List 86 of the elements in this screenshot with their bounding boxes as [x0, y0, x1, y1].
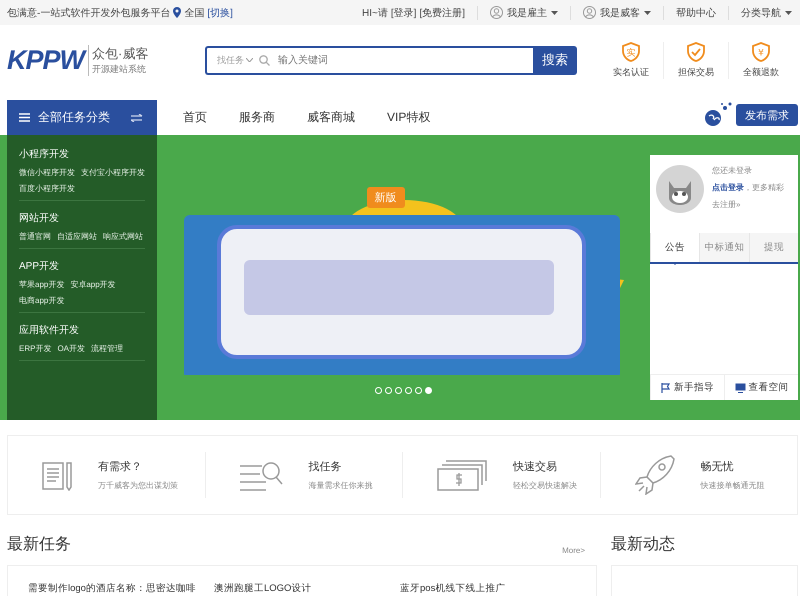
- logo-title: 众包·威客: [92, 44, 148, 62]
- carousel-dot[interactable]: [415, 387, 422, 394]
- caret-icon: [551, 10, 558, 14]
- carousel-dot[interactable]: [395, 387, 402, 394]
- feature-title: 有需求？: [98, 460, 143, 474]
- shield-badge-icon: 实: [621, 42, 641, 62]
- rocket-icon: [634, 455, 674, 495]
- top-menu-link[interactable]: 我是雇主: [507, 6, 547, 20]
- greeting-text: HI~请: [362, 6, 388, 20]
- search-button[interactable]: 搜索: [533, 46, 577, 74]
- shield-check-icon: [686, 42, 706, 62]
- menu-icon: [19, 113, 30, 122]
- feature-description: 万千威客为您出谋划策: [98, 480, 178, 491]
- caret-icon: [246, 58, 253, 62]
- register-link[interactable]: [免费注册]: [419, 6, 465, 20]
- section-title: 最新动态: [611, 534, 675, 555]
- top-menu-link[interactable]: 帮助中心: [676, 6, 716, 20]
- badge-label: 担保交易: [678, 66, 714, 78]
- space-link[interactable]: 查看空间: [724, 375, 798, 400]
- carousel-dot[interactable]: [425, 387, 432, 394]
- task-link[interactable]: 澳洲跑腿工LOGO设计: [214, 582, 400, 595]
- flag-icon: [661, 382, 671, 392]
- swap-icon: [131, 114, 143, 122]
- login-hint: ，更多精彩: [744, 182, 784, 193]
- carousel-dot[interactable]: [405, 387, 412, 394]
- nav-link[interactable]: 首页: [167, 109, 223, 126]
- top-menu-link[interactable]: 我是威客: [600, 6, 640, 20]
- document-icon: [42, 460, 72, 490]
- location-label: 全国: [184, 6, 204, 20]
- category-link[interactable]: OA开发: [57, 343, 86, 354]
- category-link[interactable]: 普通官网: [19, 231, 51, 242]
- nav-link[interactable]: VIP特权: [371, 109, 446, 126]
- login-status: 您还未登录: [712, 165, 753, 176]
- category-link[interactable]: ERP开发: [19, 343, 52, 354]
- register-link[interactable]: 去注册»: [712, 199, 784, 210]
- feature-title: 畅无忧: [700, 460, 734, 474]
- category-link[interactable]: 苹果app开发: [19, 279, 64, 290]
- new-version-tag: 新版: [366, 187, 404, 208]
- badge-label: 实名认证: [613, 66, 649, 78]
- login-link[interactable]: [登录]: [390, 6, 416, 20]
- shield-badge-icon: ¥: [751, 42, 771, 62]
- carousel-dot[interactable]: [375, 387, 382, 394]
- top-menu-link[interactable]: 分类导航: [741, 6, 781, 20]
- search-icon: [240, 460, 282, 490]
- monitor-icon: [734, 382, 746, 392]
- task-link[interactable]: 需要制作logo的酒店名称：思密达咖啡: [28, 582, 214, 595]
- user-icon: [583, 6, 596, 19]
- category-heading[interactable]: 小程序开发: [19, 147, 145, 161]
- category-link[interactable]: 响应式网站: [103, 231, 143, 242]
- banknote-icon: [437, 460, 487, 490]
- cat-avatar-icon: [656, 165, 704, 213]
- search-icon: [259, 54, 270, 66]
- location-pin-icon: [173, 7, 182, 18]
- badge-label: 全额退款: [743, 66, 779, 78]
- section-title: 最新任务: [7, 534, 71, 555]
- feature-title: 找任务: [308, 460, 342, 474]
- category-heading[interactable]: 网站开发: [19, 211, 145, 225]
- nav-link[interactable]: 服务商: [223, 109, 291, 126]
- feature-title: 快速交易: [513, 460, 558, 474]
- nav-link[interactable]: 威客商城: [291, 109, 371, 126]
- category-link[interactable]: 微信小程序开发: [19, 167, 75, 178]
- category-link[interactable]: 流程管理: [91, 343, 124, 354]
- logo-subtitle: 开源建站系统: [92, 62, 147, 76]
- category-link[interactable]: 支付宝小程序开发: [81, 167, 145, 178]
- switch-link[interactable]: [切换]: [207, 6, 233, 20]
- login-link[interactable]: 点击登录: [712, 182, 744, 193]
- more-link[interactable]: More>: [562, 546, 585, 555]
- caret-icon: [644, 10, 651, 14]
- category-header[interactable]: 全部任务分类: [7, 100, 157, 135]
- task-link[interactable]: 蓝牙pos机线下线上推广: [400, 582, 586, 595]
- feature-description: 轻松交易快速解决: [513, 480, 577, 491]
- category-link[interactable]: 安卓app开发: [70, 279, 116, 290]
- site-slogan: 包满意-一站式软件开发外包服务平台: [7, 6, 170, 20]
- user-icon: [490, 6, 503, 19]
- caret-icon: [785, 10, 792, 14]
- category-heading[interactable]: 应用软件开发: [19, 323, 145, 337]
- category-heading[interactable]: APP开发: [19, 259, 145, 273]
- feature-description: 快速接单畅通无阻: [700, 480, 764, 491]
- feature-description: 海量需求任你来挑: [308, 480, 372, 491]
- category-title: 全部任务分类: [38, 109, 111, 126]
- guide-link[interactable]: 新手指导: [650, 375, 724, 400]
- carousel-dot[interactable]: [385, 387, 392, 394]
- category-link[interactable]: 电商app开发: [19, 295, 64, 306]
- category-link[interactable]: 自适应网站: [57, 231, 97, 242]
- publish-request-button[interactable]: 发布需求: [736, 104, 798, 126]
- category-link[interactable]: 百度小程序开发: [19, 183, 75, 194]
